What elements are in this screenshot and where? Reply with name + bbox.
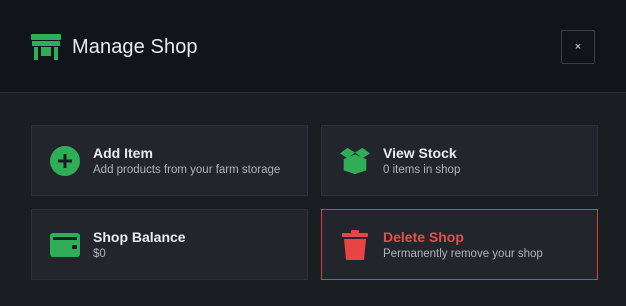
modal-title: Manage Shop	[72, 36, 198, 58]
close-icon: ×	[574, 41, 582, 53]
store-icon	[31, 34, 61, 60]
view-stock-label: View Stock	[383, 145, 457, 161]
view-stock-button[interactable]: View Stock 0 items in shop	[321, 125, 598, 196]
shop-balance-label: Shop Balance	[93, 229, 186, 245]
delete-shop-button[interactable]: Delete Shop Permanently remove your shop	[321, 209, 598, 280]
shop-balance-button[interactable]: Shop Balance $0	[31, 209, 308, 280]
delete-shop-label: Delete Shop	[383, 229, 464, 245]
add-item-label: Add Item	[93, 145, 153, 161]
delete-shop-description: Permanently remove your shop	[383, 248, 543, 260]
wallet-icon	[49, 231, 81, 259]
add-item-description: Add products from your farm storage	[93, 164, 281, 176]
view-stock-description: 0 items in shop	[383, 164, 461, 176]
close-button[interactable]: ×	[561, 30, 595, 64]
box-open-icon	[339, 147, 371, 175]
manage-shop-modal: Manage Shop × Add Item Add products from…	[0, 0, 626, 306]
plus-circle-icon	[49, 146, 81, 176]
modal-header: Manage Shop ×	[0, 0, 626, 93]
trash-icon	[339, 230, 371, 260]
add-item-button[interactable]: Add Item Add products from your farm sto…	[31, 125, 308, 196]
shop-balance-description: $0	[93, 248, 106, 260]
